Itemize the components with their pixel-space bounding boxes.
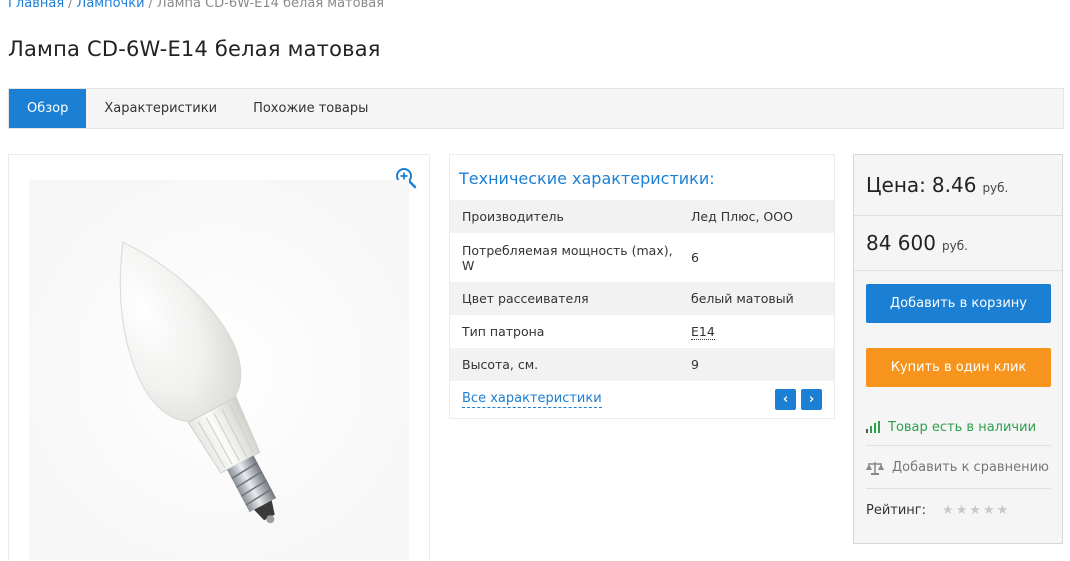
signal-bars-icon bbox=[866, 421, 880, 433]
product-image-panel bbox=[8, 154, 430, 561]
spec-value: 6 bbox=[691, 250, 699, 265]
buy-one-click-button[interactable]: Купить в один клик bbox=[866, 348, 1051, 387]
spec-value-text[interactable]: E14 bbox=[691, 324, 715, 340]
spec-value-link[interactable]: E14 bbox=[678, 315, 834, 348]
star-icon[interactable]: ★ bbox=[983, 503, 995, 518]
breadcrumb-separator: / bbox=[68, 0, 73, 11]
secondary-price-row: 84 600 руб. bbox=[854, 216, 1062, 271]
price-value: 8.46 bbox=[931, 173, 977, 197]
availability-status: Товар есть в наличии bbox=[866, 409, 1051, 446]
rating-stars[interactable]: ★ ★ ★ ★ ★ bbox=[942, 503, 1008, 518]
availability-text: Товар есть в наличии bbox=[888, 419, 1037, 435]
specs-panel: Технические характеристики: Производител… bbox=[449, 154, 835, 419]
product-image[interactable] bbox=[9, 155, 429, 560]
rating-label: Рейтинг: bbox=[866, 502, 927, 518]
tab-specifications[interactable]: Характеристики bbox=[86, 89, 235, 128]
all-specs-link[interactable]: Все характеристики bbox=[462, 391, 602, 408]
breadcrumb-category-link[interactable]: Лампочки bbox=[77, 0, 145, 11]
spec-name: Производитель bbox=[462, 209, 564, 224]
specs-table: Производитель Лед Плюс, ООО Потребляемая… bbox=[450, 200, 834, 381]
prev-arrow-button[interactable]: ‹ bbox=[775, 389, 796, 410]
spec-value: Лед Плюс, ООО bbox=[691, 209, 793, 224]
star-icon[interactable]: ★ bbox=[942, 503, 954, 518]
spec-value: белый матовый bbox=[691, 291, 794, 306]
product-tabs: Обзор Характеристики Похожие товары bbox=[8, 88, 1064, 129]
specs-title: Технические характеристики: bbox=[459, 169, 715, 188]
price-row: Цена: 8.46 руб. bbox=[854, 155, 1062, 216]
breadcrumb: Главная / Лампочки / Лампа CD-6W-E14 белая м… bbox=[8, 0, 384, 11]
secondary-price-currency: руб. bbox=[941, 239, 968, 253]
page-title: Лампа CD-6W-E14 белая матовая bbox=[8, 37, 381, 61]
tab-overview[interactable]: Обзор bbox=[9, 89, 87, 128]
spec-row: Производитель Лед Плюс, ООО bbox=[450, 200, 834, 233]
rating: Рейтинг: ★ ★ ★ ★ ★ bbox=[866, 491, 1051, 529]
specs-arrows: ‹ › bbox=[775, 389, 822, 410]
compare-text[interactable]: Добавить к сравнению bbox=[892, 460, 1049, 475]
spec-name: Потребляемая мощность (max), W bbox=[462, 242, 673, 273]
star-icon[interactable]: ★ bbox=[997, 503, 1009, 518]
spec-value: 9 bbox=[691, 357, 699, 372]
spec-row: Цвет рассеивателя белый матовый bbox=[450, 282, 834, 315]
breadcrumb-current: Лампа CD-6W-E14 белая матовая bbox=[156, 0, 385, 11]
spec-row: Тип патрона E14 bbox=[450, 315, 834, 348]
buy-panel: Цена: 8.46 руб. 84 600 руб. Добавить в к… bbox=[853, 154, 1063, 544]
spec-row: Высота, см. 9 bbox=[450, 348, 834, 381]
star-icon[interactable]: ★ bbox=[969, 503, 981, 518]
spec-name: Высота, см. bbox=[462, 357, 539, 372]
star-icon[interactable]: ★ bbox=[956, 503, 968, 518]
specs-footer: Все характеристики ‹ › bbox=[462, 389, 822, 410]
next-arrow-button[interactable]: › bbox=[801, 389, 822, 410]
add-to-compare-link[interactable]: Добавить к сравнению bbox=[866, 447, 1051, 489]
secondary-price-value: 84 600 bbox=[866, 231, 936, 255]
price-label: Цена: bbox=[866, 173, 926, 197]
price-currency: руб. bbox=[982, 181, 1009, 195]
add-to-cart-button[interactable]: Добавить в корзину bbox=[866, 284, 1051, 323]
spec-name: Тип патрона bbox=[462, 324, 545, 339]
breadcrumb-separator: / bbox=[148, 0, 153, 11]
tab-similar-products[interactable]: Похожие товары bbox=[235, 89, 386, 128]
spec-name: Цвет рассеивателя bbox=[462, 291, 589, 306]
scales-icon bbox=[866, 461, 884, 475]
spec-row: Потребляемая мощность (max), W 6 bbox=[450, 233, 834, 282]
breadcrumb-home-link[interactable]: Главная bbox=[8, 0, 64, 11]
